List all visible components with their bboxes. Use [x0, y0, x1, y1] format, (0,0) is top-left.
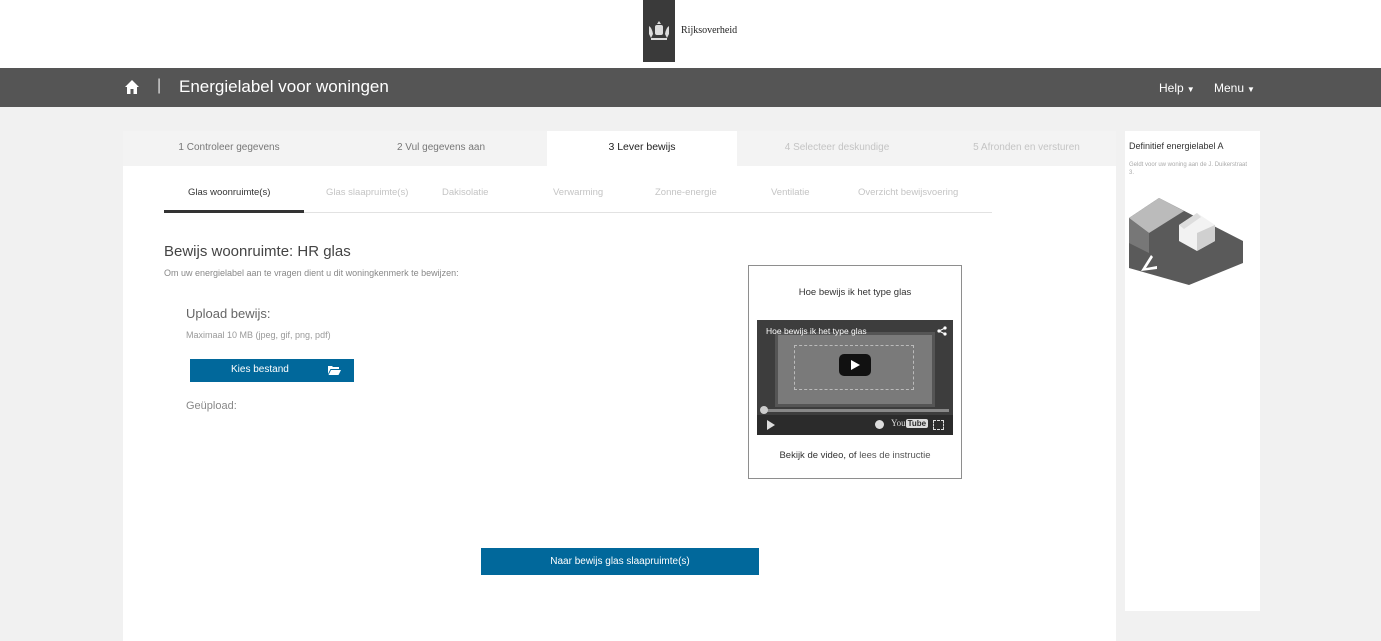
video-title[interactable]: Hoe bewijs ik het type glas: [766, 326, 867, 336]
chevron-down-icon: ▼: [1186, 85, 1195, 94]
tab-glas-woonruimte[interactable]: Glas woonruimte(s): [188, 187, 270, 198]
choose-file-button[interactable]: Kies bestand: [190, 359, 354, 382]
upload-hint: Maximaal 10 MB (jpeg, gif, png, pdf): [186, 330, 331, 340]
step-3[interactable]: 3 Lever bewijs: [547, 131, 737, 166]
help-menu[interactable]: Help ▼: [1159, 81, 1195, 95]
instruction-link[interactable]: lees de instructie: [859, 450, 930, 461]
nav-separator: |: [157, 77, 162, 94]
step-1[interactable]: 1 Controleer gegevens: [123, 131, 335, 166]
play-button[interactable]: [839, 354, 871, 376]
top-header: Rijksoverheid: [0, 0, 1381, 68]
main-panel: 1 Controleer gegevens 2 Vul gegevens aan…: [123, 131, 1116, 641]
video-help-box: Hoe bewijs ik het type glas Hoe bewijs i…: [748, 265, 962, 479]
navbar: | Energielabel voor woningen Help ▼ Menu ▼: [0, 68, 1381, 107]
step-5: 5 Afronden en versturen: [973, 142, 1080, 153]
tab-verwarming[interactable]: Verwarming: [553, 187, 603, 198]
rijksoverheid-logo[interactable]: Rijksoverheid: [643, 0, 737, 62]
main-menu[interactable]: Menu ▼: [1214, 81, 1255, 95]
active-tab-indicator: [164, 210, 304, 213]
video-caption: Bekijk de video, of lees de instructie: [749, 450, 961, 461]
tab-overzicht[interactable]: Overzicht bewijsvoering: [858, 187, 958, 198]
tab-dakisolatie[interactable]: Dakisolatie: [442, 187, 488, 198]
progress-bar[interactable]: [763, 409, 949, 412]
tab-zonne-energie[interactable]: Zonne-energie: [655, 187, 717, 198]
video-player[interactable]: Hoe bewijs ik het type glas You Tube: [757, 320, 953, 435]
logo-text: Rijksoverheid: [681, 24, 738, 36]
info-icon[interactable]: [875, 420, 884, 429]
next-button[interactable]: Naar bewijs glas slaapruimte(s): [481, 548, 759, 575]
menu-label: Menu: [1214, 81, 1245, 95]
energy-label-sidebar: Definitief energielabel A Geldt voor uw …: [1125, 131, 1260, 611]
play-icon[interactable]: [767, 420, 775, 430]
page-title: Bewijs woonruimte: HR glas: [164, 243, 351, 260]
uploaded-label: Geüpload:: [186, 400, 237, 412]
tab-ventilatie[interactable]: Ventilatie: [771, 187, 810, 198]
step-indicator: 1 Controleer gegevens 2 Vul gegevens aan…: [123, 131, 1116, 166]
sidebar-subtitle: Geldt voor uw woning aan de J. Duikerstr…: [1129, 162, 1248, 176]
step-2[interactable]: 2 Vul gegevens aan: [335, 131, 547, 166]
upload-title: Upload bewijs:: [186, 306, 271, 321]
sidebar-title: Definitief energielabel A: [1129, 141, 1224, 151]
youtube-logo[interactable]: You Tube: [891, 418, 929, 428]
fullscreen-icon[interactable]: [933, 420, 944, 430]
video-box-title: Hoe bewijs ik het type glas: [798, 287, 912, 298]
help-label: Help: [1159, 81, 1184, 95]
coat-of-arms-icon: [643, 0, 675, 62]
tab-glas-slaapruimte[interactable]: Glas slaapruimte(s): [326, 187, 408, 198]
home-icon[interactable]: [124, 79, 140, 95]
site-title[interactable]: Energielabel voor woningen: [179, 77, 389, 97]
step-4: 4 Selecteer deskundige: [784, 142, 890, 153]
caption-text: Bekijk de video, of: [779, 450, 860, 461]
chevron-down-icon: ▼: [1247, 85, 1255, 94]
evidence-tabs: Glas woonruimte(s) Glas slaapruimte(s) D…: [164, 180, 992, 213]
video-controls: You Tube: [757, 415, 953, 435]
choose-file-label: Kies bestand: [231, 364, 289, 375]
share-icon[interactable]: [937, 326, 947, 336]
house-label-illustration: [1129, 198, 1243, 285]
folder-open-icon: [328, 366, 341, 375]
intro-text: Om uw energielabel aan te vragen dient u…: [164, 268, 459, 278]
progress-handle[interactable]: [760, 406, 768, 414]
